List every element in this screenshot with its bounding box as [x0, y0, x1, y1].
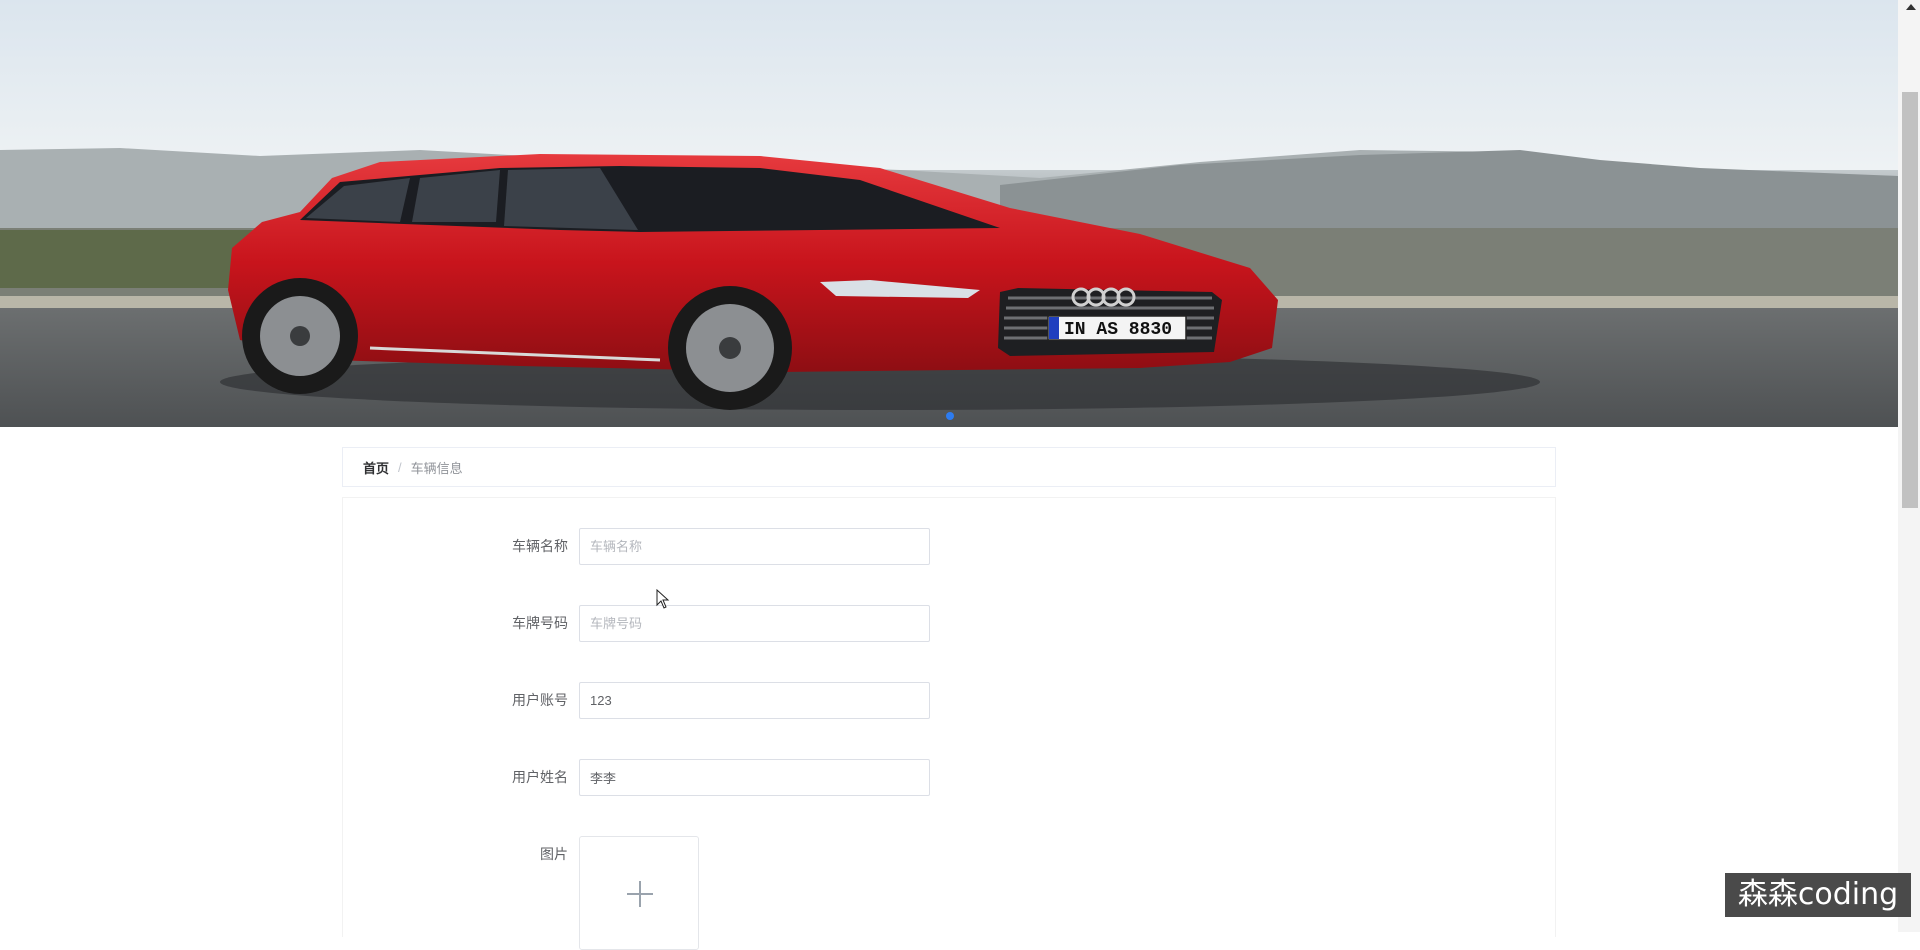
user-account-label: 用户账号: [512, 692, 568, 708]
scrollbar-thumb[interactable]: [1902, 92, 1918, 508]
banner-carousel[interactable]: IN AS 8830: [0, 0, 1898, 427]
vehicle-info-form: 车辆名称 车牌号码 用户账号 用户姓名 图片: [342, 497, 1556, 950]
image-upload-button[interactable]: [579, 836, 699, 950]
plate-number-label: 车牌号码: [512, 615, 568, 631]
user-account-input[interactable]: [579, 682, 930, 719]
form-row-plate-number: 车牌号码: [343, 605, 1555, 645]
breadcrumb-home-link[interactable]: 首页: [363, 458, 389, 477]
banner-image: IN AS 8830: [0, 0, 1898, 427]
breadcrumb: 首页 / 车辆信息: [342, 447, 1556, 487]
vertical-scrollbar[interactable]: [1898, 0, 1920, 932]
vehicle-name-label: 车辆名称: [512, 538, 568, 554]
breadcrumb-separator: /: [398, 459, 402, 475]
plate-number-input[interactable]: [579, 605, 930, 642]
user-name-label: 用户姓名: [512, 769, 568, 785]
plus-icon: [627, 881, 653, 907]
mouse-pointer-icon: [656, 589, 670, 609]
vehicle-name-input[interactable]: [579, 528, 930, 565]
user-name-input[interactable]: [579, 759, 930, 796]
scroll-up-arrow-icon[interactable]: [1906, 4, 1916, 10]
watermark: 森森coding: [1725, 873, 1911, 917]
breadcrumb-current: 车辆信息: [410, 460, 463, 476]
form-row-image: 图片: [343, 836, 1555, 950]
license-plate-text: IN AS 8830: [1064, 320, 1172, 340]
form-row-user-account: 用户账号: [343, 682, 1555, 722]
form-row-user-name: 用户姓名: [343, 759, 1555, 799]
image-label: 图片: [540, 846, 568, 862]
form-row-vehicle-name: 车辆名称: [343, 528, 1555, 568]
carousel-indicator-dot[interactable]: [946, 412, 954, 420]
